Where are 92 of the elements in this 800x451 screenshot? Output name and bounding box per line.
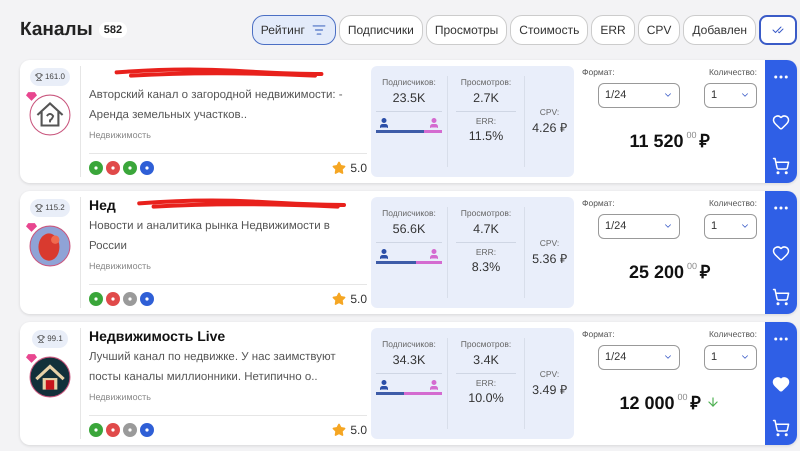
price-cents: 00 (678, 390, 688, 404)
female-icon (428, 248, 440, 260)
select-all-button[interactable] (759, 15, 797, 45)
rating-badge: 99.1 (32, 330, 68, 348)
diamond-icon (26, 223, 37, 232)
quantity-select[interactable]: 1 (704, 82, 757, 108)
channel-description: Новости и аналитика рынка Недвижимости в России (89, 219, 331, 254)
score-text: 5.0 (350, 160, 367, 177)
male-icon (378, 116, 390, 128)
count-badge: 582 (98, 22, 128, 38)
male-icon (378, 378, 390, 390)
diamond-icon (26, 92, 37, 101)
currency-text: ₽ (700, 260, 710, 284)
stat-value: 34.3K (376, 350, 442, 374)
stat-label: ERR: (476, 114, 496, 128)
field-label: Формат: (582, 328, 616, 341)
category-label: Недвижимость (89, 260, 152, 273)
stat-label: Просмотров: (460, 338, 512, 351)
star-icon (332, 292, 346, 306)
field-label: Формат: (582, 197, 616, 210)
stat-label: ERR: (476, 246, 496, 258)
add-to-cart-icon[interactable] (772, 157, 790, 175)
sort-tab[interactable]: Стоимость (510, 15, 588, 45)
diamond-icon (26, 354, 37, 363)
stat-label: Просмотров: (460, 207, 512, 220)
stat-label: Подписчиков: (382, 207, 436, 220)
rating-badge: 115.2 (30, 199, 70, 217)
trophy-icon (34, 73, 43, 81)
stat-label: Подписчиков: (382, 338, 436, 351)
stat-value: 5.36 ₽ (532, 250, 567, 268)
price-cents: 00 (686, 128, 697, 142)
currency-text: ₽ (700, 130, 710, 153)
stat-value: 11.5% (468, 128, 504, 146)
score-text: 5.0 (350, 291, 367, 308)
channel-title[interactable]: Недвижимость Live (89, 326, 226, 346)
stat-label: Просмотров: (460, 76, 512, 89)
female-icon (428, 378, 440, 390)
stat-value: 3.4K (456, 350, 516, 374)
sort-tab[interactable]: ERR (591, 15, 635, 45)
price-text: 12 000 (619, 392, 675, 415)
male-icon (378, 248, 390, 260)
price-cents: 00 (687, 260, 698, 273)
sort-tab[interactable]: Добавлен (683, 15, 756, 45)
trophy-icon (35, 204, 44, 212)
stat-label: CPV: (540, 368, 560, 380)
sort-tab[interactable]: Подписчики (338, 15, 423, 45)
sort-icon (310, 23, 327, 37)
stat-label: ERR: (476, 376, 496, 390)
quantity-select[interactable]: 1 (704, 214, 757, 239)
stat-value: 4.7K (456, 220, 516, 242)
favorite-icon[interactable] (772, 112, 790, 130)
category-label: Недвижимость (89, 391, 152, 404)
add-to-cart-icon[interactable] (772, 419, 790, 437)
stat-label: CPV: (540, 236, 560, 250)
rating-badge: 161.0 (30, 68, 70, 86)
star-icon (332, 161, 346, 175)
add-to-cart-icon[interactable] (772, 288, 790, 306)
field-label: Количество: (708, 66, 757, 79)
trophy-icon (37, 335, 46, 343)
price-text: 11 520 (629, 130, 684, 153)
favorite-icon[interactable] (772, 244, 790, 262)
format-select[interactable]: 1/24 (598, 82, 680, 108)
field-label: Формат: (582, 66, 616, 79)
stat-label: CPV: (540, 106, 560, 118)
stat-value: 56.6K (376, 220, 442, 242)
stat-value: 23.5K (376, 88, 442, 112)
female-icon (428, 116, 440, 128)
page-title: Каналы (20, 18, 93, 42)
format-select[interactable]: 1/24 (598, 214, 680, 239)
stat-value: 2.7K (456, 88, 516, 112)
channel-title[interactable]: Нед (89, 194, 116, 216)
stat-label: Подписчиков: (382, 76, 436, 89)
category-label: Недвижимость (89, 129, 152, 142)
sort-tab[interactable]: Просмотры (426, 15, 508, 45)
quantity-select[interactable]: 1 (704, 344, 757, 370)
favorite-icon[interactable] (772, 374, 790, 392)
channel-description: Авторский канал о загородной недвижимости: - Аренда земельных участков.. (89, 88, 344, 123)
score-text: 5.0 (350, 422, 367, 439)
format-select[interactable]: 1/24 (598, 344, 680, 370)
channel-description: Лучший канал по недвижке. У нас заимствуют посты каналы миллионники. Нетипично о.. (89, 350, 337, 385)
stat-value: 8.3% (472, 259, 500, 276)
sort-tab[interactable]: Рейтинг (252, 15, 336, 45)
star-icon (332, 423, 346, 437)
stat-value: 4.26 ₽ (532, 120, 567, 136)
sort-tab[interactable]: CPV (638, 15, 680, 45)
stat-value: 3.49 ₽ (532, 382, 567, 398)
field-label: Количество: (708, 328, 757, 341)
field-label: Количество: (708, 197, 757, 210)
currency-text: ₽ (690, 392, 701, 415)
double-check-icon (772, 24, 784, 36)
price-text: 25 200 (628, 260, 684, 284)
stat-value: 10.0% (468, 390, 504, 408)
